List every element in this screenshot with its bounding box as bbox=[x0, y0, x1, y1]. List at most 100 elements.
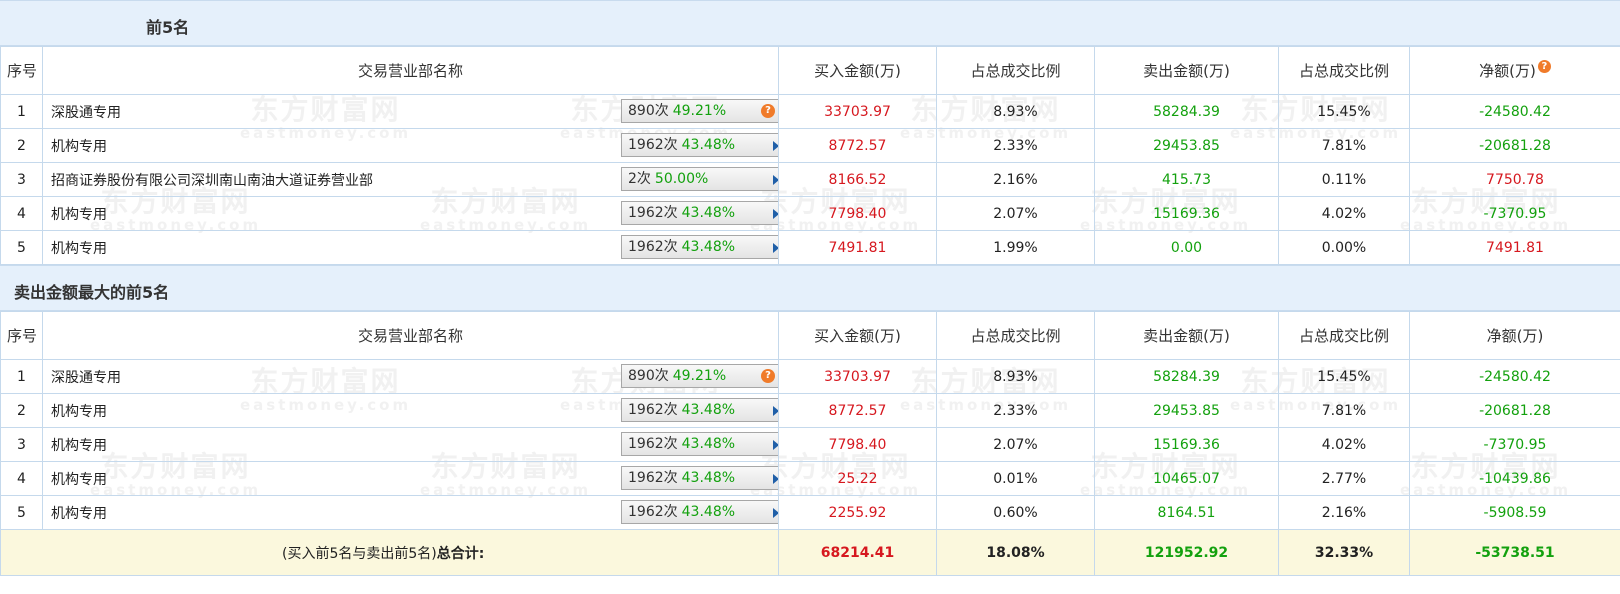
win-rate: 49.21% bbox=[672, 103, 727, 119]
buy-amount: 7798.40 bbox=[778, 196, 937, 231]
branch-stat-button[interactable]: 890次 49.21%? bbox=[621, 364, 778, 388]
help-icon[interactable]: ? bbox=[761, 369, 775, 383]
arrow-right-icon[interactable] bbox=[773, 243, 778, 253]
branch-stat-button[interactable]: 1962次 43.48% bbox=[621, 466, 778, 490]
branch-cell: 招商证券股份有限公司深圳南山南油大道证券营业部 2次 50.00% bbox=[42, 162, 779, 197]
col-header-sell: 卖出金额(万) bbox=[1094, 311, 1279, 360]
sell-ratio: 7.81% bbox=[1278, 128, 1410, 163]
arrow-right-icon[interactable] bbox=[773, 508, 778, 518]
sell-amount: 8164.51 bbox=[1094, 495, 1279, 530]
sell-ratio: 2.16% bbox=[1278, 495, 1410, 530]
branch-name[interactable]: 招商证券股份有限公司深圳南山南油大道证券营业部 bbox=[51, 170, 373, 190]
appearance-count: 890次 bbox=[628, 368, 669, 384]
table-row: 1 深股通专用 890次 49.21%? 33703.97 8.93% 58284.39 15… bbox=[0, 94, 1620, 129]
total-net: -53738.51 bbox=[1409, 529, 1620, 576]
arrow-right-icon[interactable] bbox=[773, 440, 778, 450]
branch-stat-button[interactable]: 1962次 43.48% bbox=[621, 133, 778, 157]
table-row: 5 机构专用 1962次 43.48% 7491.81 1.99% 0.00 0.00% 749… bbox=[0, 230, 1620, 265]
buy-amount: 7491.81 bbox=[778, 230, 937, 265]
branch-name[interactable]: 机构专用 bbox=[51, 204, 107, 224]
col-header-buy: 买入金额(万) bbox=[778, 311, 937, 360]
branch-name[interactable]: 机构专用 bbox=[51, 401, 107, 421]
buy-ratio: 2.07% bbox=[936, 427, 1095, 462]
win-rate: 43.48% bbox=[681, 436, 736, 452]
branch-cell: 机构专用 1962次 43.48% bbox=[42, 393, 779, 428]
buy-amount: 2255.92 bbox=[778, 495, 937, 530]
arrow-right-icon[interactable] bbox=[773, 474, 778, 484]
branch-name[interactable]: 机构专用 bbox=[51, 469, 107, 489]
branch-stat-button[interactable]: 1962次 43.48% bbox=[621, 201, 778, 225]
buy-amount: 33703.97 bbox=[778, 94, 937, 129]
sell-top5-table: 序号 交易营业部名称 买入金额(万) 占总成交比例 卖出金额(万) 占总成交比例… bbox=[0, 311, 1620, 576]
total-buy-ratio: 18.08% bbox=[936, 529, 1095, 576]
branch-name[interactable]: 深股通专用 bbox=[51, 367, 121, 387]
branch-cell: 机构专用 1962次 43.48% bbox=[42, 196, 779, 231]
branch-name[interactable]: 深股通专用 bbox=[51, 102, 121, 122]
table-row: 1 深股通专用 890次 49.21%? 33703.97 8.93% 58284.39 15… bbox=[0, 359, 1620, 394]
col-header-index: 序号 bbox=[0, 311, 43, 360]
net-amount: -5908.59 bbox=[1409, 495, 1620, 530]
sell-table-body: 1 深股通专用 890次 49.21%? 33703.97 8.93% 58284.39 15… bbox=[0, 359, 1620, 530]
arrow-right-icon[interactable] bbox=[773, 209, 778, 219]
col-header-name: 交易营业部名称 bbox=[42, 46, 779, 95]
branch-stat-button[interactable]: 2次 50.00% bbox=[621, 167, 778, 191]
win-rate: 43.48% bbox=[681, 402, 736, 418]
branch-name[interactable]: 机构专用 bbox=[51, 136, 107, 156]
appearance-count: 1962次 bbox=[628, 504, 678, 520]
buy-ratio: 0.60% bbox=[936, 495, 1095, 530]
sell-ratio: 0.11% bbox=[1278, 162, 1410, 197]
branch-name[interactable]: 机构专用 bbox=[51, 435, 107, 455]
branch-cell: 机构专用 1962次 43.48% bbox=[42, 128, 779, 163]
arrow-right-icon[interactable] bbox=[773, 175, 778, 185]
table-row: 5 机构专用 1962次 43.48% 2255.92 0.60% 8164.51 2.16%… bbox=[0, 495, 1620, 530]
branch-name[interactable]: 机构专用 bbox=[51, 238, 107, 258]
win-rate: 43.48% bbox=[681, 205, 736, 221]
table-row: 3 招商证券股份有限公司深圳南山南油大道证券营业部 2次 50.00% 8166.52 2… bbox=[0, 162, 1620, 197]
col-header-buy-ratio: 占总成交比例 bbox=[936, 46, 1095, 95]
branch-stat-button[interactable]: 1962次 43.48% bbox=[621, 432, 778, 456]
branch-stat-button[interactable]: 890次 49.21%? bbox=[621, 99, 778, 123]
buy-amount: 33703.97 bbox=[778, 359, 937, 394]
branch-stat-button[interactable]: 1962次 43.48% bbox=[621, 235, 778, 259]
win-rate: 43.48% bbox=[681, 137, 736, 153]
appearance-count: 1962次 bbox=[628, 470, 678, 486]
lhb-detail-panel: 前5名 序号 交易营业部名称 买入金额(万) 占总成交比例 卖出金额(万) 占总… bbox=[0, 0, 1620, 594]
appearance-count: 890次 bbox=[628, 103, 669, 119]
sell-ratio: 7.81% bbox=[1278, 393, 1410, 428]
appearance-count: 1962次 bbox=[628, 205, 678, 221]
sell-ratio: 15.45% bbox=[1278, 94, 1410, 129]
win-rate: 49.21% bbox=[672, 368, 727, 384]
row-index: 1 bbox=[0, 94, 43, 129]
branch-cell: 机构专用 1962次 43.48% bbox=[42, 495, 779, 530]
arrow-right-icon[interactable] bbox=[773, 141, 778, 151]
total-label-prefix: (买入前5名与卖出前5名) bbox=[282, 545, 437, 562]
table-row: 2 机构专用 1962次 43.48% 8772.57 2.33% 29453.85 7.81… bbox=[0, 128, 1620, 163]
col-header-sell-ratio: 占总成交比例 bbox=[1278, 311, 1410, 360]
sell-amount: 58284.39 bbox=[1094, 94, 1279, 129]
branch-stat-button[interactable]: 1962次 43.48% bbox=[621, 398, 778, 422]
row-index: 3 bbox=[0, 427, 43, 462]
branch-name[interactable]: 机构专用 bbox=[51, 503, 107, 523]
row-index: 1 bbox=[0, 359, 43, 394]
arrow-right-icon[interactable] bbox=[773, 406, 778, 416]
branch-stat-button[interactable]: 1962次 43.48% bbox=[621, 500, 778, 524]
buy-section-header: 前5名 bbox=[0, 0, 1620, 46]
sell-ratio: 4.02% bbox=[1278, 427, 1410, 462]
sell-amount: 29453.85 bbox=[1094, 393, 1279, 428]
branch-cell: 深股通专用 890次 49.21%? bbox=[42, 94, 779, 129]
sell-amount: 15169.36 bbox=[1094, 196, 1279, 231]
total-buy: 68214.41 bbox=[778, 529, 937, 576]
buy-ratio: 1.99% bbox=[936, 230, 1095, 265]
buy-ratio: 0.01% bbox=[936, 461, 1095, 496]
net-amount: -24580.42 bbox=[1409, 359, 1620, 394]
win-rate: 43.48% bbox=[681, 470, 736, 486]
sell-ratio: 4.02% bbox=[1278, 196, 1410, 231]
total-row: (买入前5名与卖出前5名)总合计: 68214.41 18.08% 121952… bbox=[0, 529, 1620, 576]
buy-amount: 8772.57 bbox=[778, 393, 937, 428]
appearance-count: 1962次 bbox=[628, 402, 678, 418]
help-icon[interactable]: ? bbox=[1537, 60, 1551, 73]
help-icon[interactable]: ? bbox=[761, 104, 775, 118]
buy-ratio: 8.93% bbox=[936, 359, 1095, 394]
buy-ratio: 2.33% bbox=[936, 128, 1095, 163]
row-index: 4 bbox=[0, 461, 43, 496]
